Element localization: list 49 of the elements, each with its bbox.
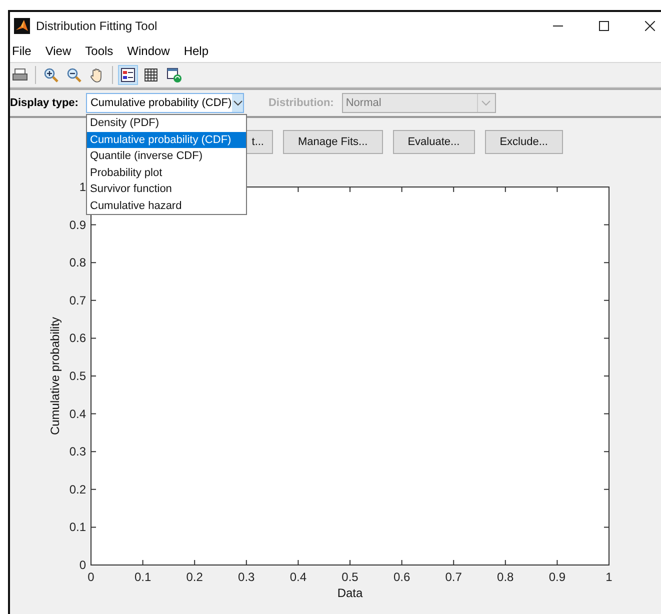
x-tick-label: 0.3	[238, 570, 255, 584]
y-tick-label: 0.3	[69, 444, 86, 459]
action-button[interactable]: Manage Fits...	[283, 130, 383, 154]
x-tick-label: 0.6	[393, 570, 410, 584]
y-tick-label: 0.1	[69, 520, 86, 534]
x-tick-label: 0.2	[186, 570, 203, 584]
y-tick-label: 0.8	[69, 256, 86, 270]
x-axis-label: Data	[337, 586, 363, 600]
dropdown-option[interactable]: Quantile (inverse CDF)	[87, 148, 246, 164]
y-tick-label: 0.4	[69, 406, 86, 421]
y-tick-label: 0.2	[69, 482, 86, 496]
x-tick-label: 0.9	[548, 570, 566, 584]
chevron-down-icon	[232, 100, 243, 106]
distribution-label: Distribution:	[268, 97, 334, 109]
y-tick-label: 1	[79, 180, 86, 194]
menu-item[interactable]: View	[45, 44, 72, 58]
app-logo-icon	[14, 18, 30, 34]
dropdown-option[interactable]: Density (PDF)	[87, 115, 246, 132]
legend-icon[interactable]	[118, 65, 138, 85]
maximize-icon[interactable]	[599, 21, 609, 31]
close-icon[interactable]	[645, 21, 655, 31]
x-tick-label: 1	[606, 570, 612, 584]
y-tick-label: 0.5	[69, 369, 86, 383]
y-tick-label: 0.9	[69, 218, 86, 232]
x-tick-label: 0.7	[445, 570, 462, 584]
dropdown-option[interactable]: Probability plot	[87, 164, 246, 181]
x-tick-label: 0.4	[290, 570, 307, 584]
menu-item[interactable]: Tools	[85, 44, 114, 58]
menu-item[interactable]: File	[12, 44, 32, 58]
window-title: Distribution Fitting Tool	[36, 19, 158, 33]
chevron-down-icon	[481, 100, 492, 106]
menu-item[interactable]: Help	[184, 44, 209, 58]
y-axis-label: Cumulative probability	[48, 316, 62, 436]
display-type-dropdown[interactable]: Cumulative probability (CDF)	[86, 93, 244, 113]
y-tick-label: 0.7	[69, 293, 86, 308]
menu-item[interactable]: Window	[127, 44, 170, 58]
y-tick-label: 0	[79, 558, 86, 572]
y-tick-label: 0.6	[69, 331, 86, 346]
x-tick-label: 0.8	[497, 570, 514, 584]
x-tick-label: 0	[88, 570, 94, 584]
display-type-label: Display type:	[10, 97, 78, 109]
window-icon[interactable]	[164, 65, 184, 85]
x-tick-label: 0.1	[134, 570, 152, 584]
dropdown-option[interactable]: Survivor function	[87, 181, 246, 198]
action-button[interactable]: Exclude...	[484, 130, 563, 154]
dropdown-option[interactable]: Cumulative hazard	[87, 198, 246, 214]
x-tick-label: 0.5	[342, 570, 358, 584]
action-button[interactable]: Evaluate...	[392, 130, 475, 154]
dropdown-option[interactable]: Cumulative probability (CDF)	[87, 132, 246, 148]
